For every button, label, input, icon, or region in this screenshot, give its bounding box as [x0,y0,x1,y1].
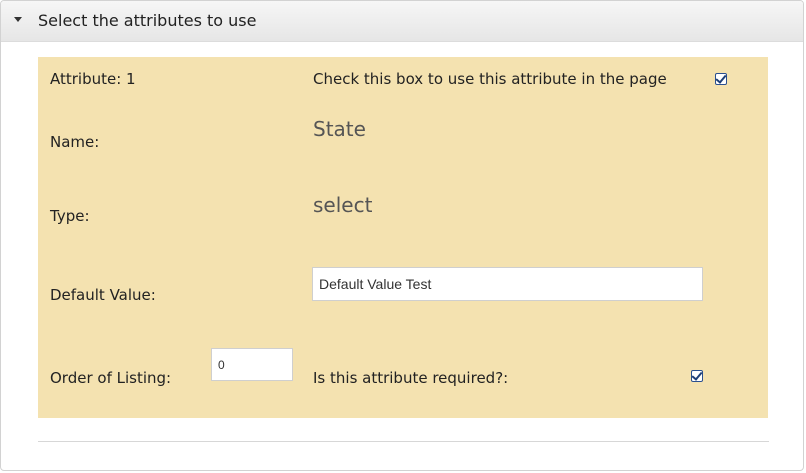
divider [38,441,769,442]
attribute-card: Attribute: 1 Check this box to use this … [38,57,768,418]
type-value: select [313,193,373,217]
section-title: Select the attributes to use [38,11,257,30]
attribute-number-label: Attribute: 1 [50,70,136,88]
caret-down-icon[interactable] [14,17,22,22]
name-value: State [313,117,366,141]
default-value-label: Default Value: [50,286,156,304]
type-label: Type: [50,207,90,225]
required-checkbox[interactable] [691,369,703,382]
name-label: Name: [50,133,100,151]
order-of-listing-input[interactable] [211,348,293,381]
checkmark-icon [691,369,703,381]
required-label: Is this attribute required?: [313,369,509,387]
section-header[interactable]: Select the attributes to use [1,1,803,42]
use-attribute-label: Check this box to use this attribute in … [313,70,667,88]
checkmark-icon [715,72,727,84]
default-value-input[interactable] [312,267,703,301]
attributes-panel: Select the attributes to use Attribute: … [0,0,804,471]
order-of-listing-label: Order of Listing: [50,369,172,387]
use-attribute-checkbox[interactable] [715,72,727,85]
